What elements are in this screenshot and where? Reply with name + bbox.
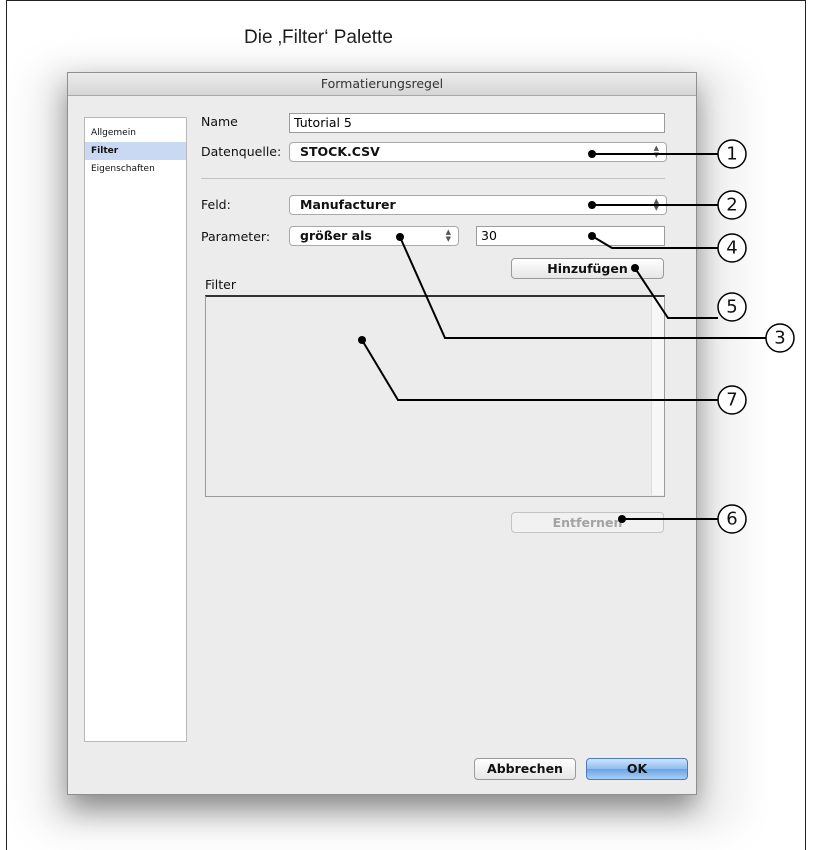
callout-line-5	[634, 267, 718, 319]
callout-dot-6	[618, 515, 626, 523]
callout-dot-2	[588, 201, 596, 209]
callout-dot-7	[358, 336, 366, 344]
callout-number-4: 4	[726, 238, 737, 259]
callout-number-6: 6	[726, 509, 737, 530]
callout-dot-5	[631, 264, 639, 272]
callout-number-7: 7	[726, 390, 737, 411]
callout-dot-3	[396, 233, 404, 241]
callout-line-3	[399, 236, 766, 339]
callout-number-2: 2	[726, 195, 737, 216]
callout-dot-4	[588, 232, 596, 240]
callout-number-1: 1	[726, 144, 737, 165]
callout-number-3: 3	[774, 328, 785, 349]
callout-number-5: 5	[726, 297, 737, 318]
callout-line-7	[361, 339, 718, 401]
callout-line-4	[591, 235, 718, 249]
callout-dot-1	[588, 150, 596, 158]
callout-overlay: 1 2 3 4 5 6 7	[358, 139, 795, 534]
